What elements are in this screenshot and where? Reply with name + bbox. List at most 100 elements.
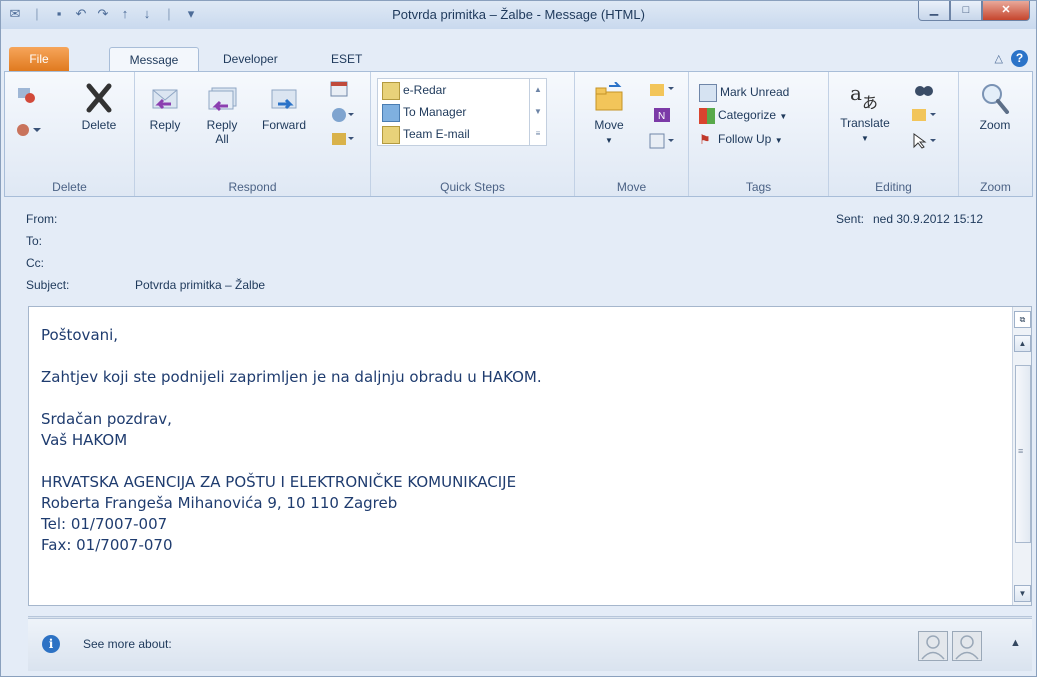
person-icon: [955, 635, 979, 660]
forward-button[interactable]: Forward: [253, 82, 315, 132]
expand-pane-icon[interactable]: ▲: [1010, 637, 1021, 649]
scroll-up-button[interactable]: ▲: [1014, 335, 1031, 352]
cleanup-button[interactable]: [15, 120, 41, 143]
forward-label: Forward: [261, 118, 306, 132]
scroll-thumb[interactable]: ≡: [1015, 365, 1031, 543]
quick-steps-gallery: e-Redar To Manager Team E-mail ▲ ▼ ≡: [377, 78, 547, 146]
translate-button[interactable]: aあ Translate ▼: [835, 80, 895, 144]
group-label-quick-steps: Quick Steps: [440, 180, 505, 194]
rules-icon: [650, 84, 674, 96]
im-button[interactable]: [325, 106, 361, 127]
more-respond-button[interactable]: [325, 130, 361, 151]
collapse-ribbon-icon[interactable]: △: [995, 52, 1003, 65]
avatar[interactable]: [918, 631, 948, 661]
vertical-scrollbar[interactable]: ⧉ ▲ ≡ ▼: [1012, 307, 1031, 605]
meeting-button[interactable]: [325, 80, 353, 101]
follow-up-button[interactable]: ⚑ Follow Up ▼: [699, 132, 783, 148]
move-dropdown-icon[interactable]: ▼: [605, 136, 613, 145]
scroll-down-icon[interactable]: ▼: [530, 101, 546, 123]
rules-button[interactable]: [645, 80, 679, 101]
zoom-button[interactable]: Zoom: [965, 82, 1025, 132]
signature-line: Vaš HAKOM: [41, 431, 128, 449]
binoculars-icon: [915, 86, 933, 96]
group-label-delete: Delete: [52, 180, 87, 194]
close-button[interactable]: ✕: [982, 1, 1030, 21]
delete-button[interactable]: Delete: [69, 82, 129, 132]
group-tags: Mark Unread Categorize ▼ ⚑ Follow Up ▼ Ta…: [689, 72, 829, 196]
group-quick-steps: e-Redar To Manager Team E-mail ▲ ▼ ≡ Qui…: [371, 72, 575, 196]
categorize-label: Categorize: [718, 108, 777, 123]
delete-x-icon: [86, 83, 112, 113]
actions-button[interactable]: [645, 132, 679, 153]
reply-icon: [152, 89, 178, 110]
translate-dropdown-icon[interactable]: ▼: [861, 134, 869, 143]
sent-label: Sent:: [836, 212, 865, 226]
ribbon-tabs: File Message Developer ESET △ ?: [1, 47, 1036, 71]
avatar[interactable]: [952, 631, 982, 661]
group-move: Move ▼ N Move: [575, 72, 689, 196]
fax-line: Fax: 01/7007-070: [41, 536, 173, 554]
svg-text:a: a: [850, 81, 862, 105]
window-title: Potvrda primitka – Žalbe - Message (HTML…: [392, 7, 645, 22]
move-button[interactable]: Move ▼: [585, 82, 633, 146]
telephone-line: Tel: 01/7007-007: [41, 515, 168, 533]
quick-step-label: Team E-mail: [403, 127, 470, 141]
subject-value: Potvrda primitka – Žalbe: [135, 278, 266, 292]
organization-line: HRVATSKA AGENCIJA ZA POŠTU I ELEKTRONIČK…: [41, 473, 517, 491]
onenote-icon: N: [654, 108, 670, 122]
im-icon: [332, 108, 354, 122]
outlook-message-window: ✉ | ▪ ↶ ↷ ↑ ↓ | ▾ Potvrda primitka – Žal…: [0, 0, 1037, 677]
group-editing: aあ Translate ▼ Editing: [829, 72, 959, 196]
maximize-button[interactable]: □: [950, 1, 982, 21]
reply-all-button[interactable]: Reply All: [195, 82, 249, 146]
tab-file[interactable]: File: [9, 47, 69, 71]
reply-button[interactable]: Reply: [141, 82, 189, 132]
scroll-up-icon[interactable]: ▲: [530, 79, 546, 101]
onenote-button[interactable]: N: [645, 106, 679, 127]
title-bar: ✉ | ▪ ↶ ↷ ↑ ↓ | ▾ Potvrda primitka – Žal…: [1, 1, 1036, 29]
mark-unread-button[interactable]: Mark Unread: [699, 84, 789, 102]
group-label-move: Move: [616, 180, 647, 194]
address-line: Roberta Frangeša Mihanovića 9, 10 110 Za…: [41, 494, 398, 512]
cleanup-icon: [17, 124, 41, 136]
meeting-icon: [330, 81, 348, 97]
tab-developer[interactable]: Developer: [213, 47, 288, 71]
ignore-button[interactable]: [15, 84, 37, 107]
tab-message[interactable]: Message: [109, 47, 199, 71]
quick-step-item[interactable]: Team E-mail: [378, 123, 546, 145]
tab-eset[interactable]: ESET: [321, 47, 372, 71]
delete-label: Delete: [81, 118, 117, 132]
chevron-down-icon: ▼: [779, 112, 788, 122]
split-view-icon[interactable]: ⧉: [1014, 311, 1031, 328]
ribbon: Delete Delete Reply Reply All Forward Re…: [4, 71, 1033, 197]
scroll-down-button[interactable]: ▼: [1014, 585, 1031, 602]
ribbon-right-controls: △ ?: [995, 50, 1028, 67]
quick-step-item[interactable]: e-Redar: [378, 79, 546, 101]
categorize-icon: [699, 108, 715, 124]
closing-line: Srdačan pozdrav,: [41, 410, 172, 428]
translate-label: Translate: [840, 116, 890, 130]
subject-label: Subject:: [26, 278, 70, 292]
related-button[interactable]: [905, 106, 945, 127]
info-icon: i: [42, 635, 60, 653]
categorize-button[interactable]: Categorize ▼: [699, 108, 787, 124]
more-respond-icon: [332, 133, 354, 145]
envelope-icon: [699, 84, 717, 102]
minimize-button[interactable]: ▁: [918, 1, 950, 21]
quick-step-item[interactable]: To Manager: [378, 101, 546, 123]
quick-step-label: To Manager: [403, 105, 467, 119]
translate-icon: aあ: [850, 81, 878, 112]
find-button[interactable]: [909, 80, 939, 101]
select-button[interactable]: [905, 132, 945, 153]
help-icon[interactable]: ?: [1011, 50, 1028, 67]
expand-gallery-icon[interactable]: ≡: [530, 123, 546, 145]
window-controls: ▁ □ ✕: [918, 1, 1030, 21]
group-zoom: Zoom Zoom: [959, 72, 1032, 196]
reply-all-label-1: Reply: [206, 118, 238, 132]
message-body[interactable]: Poštovani, Zahtjev koji ste podnijeli za…: [28, 306, 1032, 606]
greeting-line: Poštovani,: [41, 326, 119, 344]
group-label-tags: Tags: [745, 180, 772, 194]
see-more-label: See more about:: [83, 637, 172, 651]
actions-icon: [649, 133, 674, 149]
quick-steps-scroll[interactable]: ▲ ▼ ≡: [529, 79, 546, 145]
